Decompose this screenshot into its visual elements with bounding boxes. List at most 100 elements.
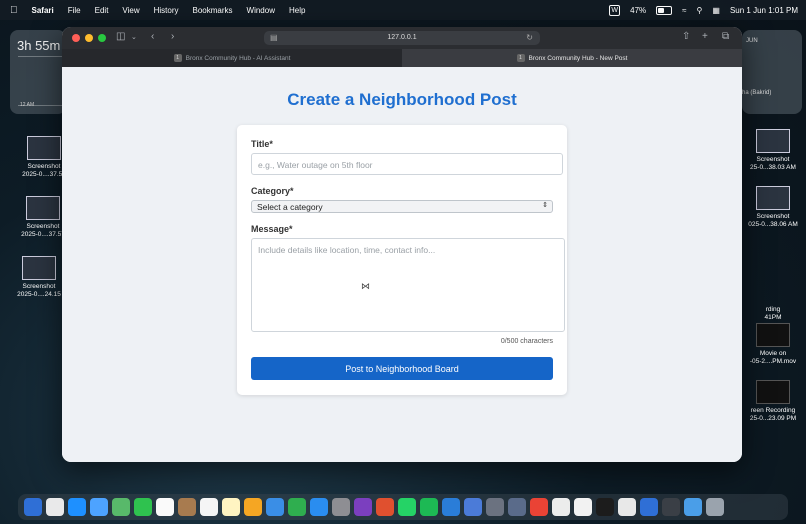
spotify-icon[interactable] (420, 498, 438, 516)
notes-icon[interactable] (222, 498, 240, 516)
dock (18, 494, 788, 520)
menu-history[interactable]: History (154, 6, 179, 15)
file-thumbnail (756, 323, 790, 347)
select-arrows-icon: ⇕ (542, 202, 548, 209)
trash-icon[interactable] (706, 498, 724, 516)
widget-chart (18, 56, 62, 106)
desktop-file[interactable]: Screenshot 025-0...38.06 AM (742, 186, 804, 229)
safari-icon[interactable] (68, 498, 86, 516)
pages-icon[interactable] (244, 498, 262, 516)
desktop-file[interactable]: Movie on -05-2....PM.mov (742, 323, 804, 366)
folder-icon[interactable] (684, 498, 702, 516)
menu-edit[interactable]: Edit (95, 6, 109, 15)
url-text: 127.0.0.1 (387, 34, 417, 41)
vscode-icon[interactable] (442, 498, 460, 516)
screen-time-widget[interactable]: 3h 55m 12 AM (10, 30, 66, 114)
close-window-button[interactable] (72, 34, 80, 42)
calendar-widget[interactable]: JUN ha (Bakrid) (742, 30, 802, 114)
terminal-icon[interactable] (596, 498, 614, 516)
davinci-icon[interactable] (508, 498, 526, 516)
desktop-file[interactable]: Screenshot 2025-0....24.15 (8, 256, 70, 299)
xcode-icon[interactable] (464, 498, 482, 516)
tab-ai-assistant[interactable]: 1 Bronx Community Hub - AI Assistant (62, 49, 402, 67)
sidebar-icon[interactable]: ◫ (116, 31, 125, 42)
calendar-icon[interactable] (156, 498, 174, 516)
w-app-icon[interactable]: W (609, 4, 621, 16)
widget-time: 3h 55m (17, 38, 61, 53)
app-menu[interactable]: Safari (32, 6, 54, 15)
forward-icon[interactable]: › (171, 31, 174, 42)
apple-menu-icon[interactable]:  (10, 5, 18, 16)
facetime-icon[interactable] (134, 498, 152, 516)
title-input[interactable]: e.g., Water outage on 5th floor (251, 153, 563, 175)
tab-label: Bronx Community Hub - New Post (528, 54, 628, 62)
file-thumbnail (22, 256, 56, 280)
chatgpt-icon[interactable] (552, 498, 570, 516)
whatsapp-icon[interactable] (398, 498, 416, 516)
control-center-icon[interactable]: ▦ (712, 6, 720, 15)
menu-window[interactable]: Window (247, 6, 275, 15)
maps-icon[interactable] (112, 498, 130, 516)
new-tab-icon[interactable]: + (702, 31, 708, 42)
tab-overview-icon[interactable]: ⧉ (722, 31, 729, 42)
tab-new-post[interactable]: 1 Bronx Community Hub - New Post (402, 49, 742, 67)
file-thumbnail (26, 196, 60, 220)
browser-toolbar: ◫ ⌄ ‹ › ▤ 127.0.0.1 ↻ ⇧ + ⧉ (62, 27, 742, 49)
safari-window: ◫ ⌄ ‹ › ▤ 127.0.0.1 ↻ ⇧ + ⧉ 1 Bronx Comm… (62, 27, 742, 462)
keynote-icon[interactable] (266, 498, 284, 516)
category-select[interactable]: Select a category ⇕ (251, 200, 553, 213)
mail-icon[interactable] (90, 498, 108, 516)
tasks-icon[interactable] (618, 498, 636, 516)
post-button[interactable]: Post to Neighborhood Board (251, 357, 553, 380)
menu-file[interactable]: File (68, 6, 81, 15)
tab-label: Bronx Community Hub - AI Assistant (185, 54, 291, 62)
menu-help[interactable]: Help (289, 6, 305, 15)
desktop-file[interactable]: reen Recording 25-0...23.09 PM (742, 380, 804, 423)
downloads-icon[interactable] (640, 498, 658, 516)
title-label: Title* (251, 139, 273, 149)
page-title: Create a Neighborhood Post (287, 90, 517, 109)
page-settings-icon[interactable]: ▤ (270, 31, 278, 45)
w-icon[interactable] (574, 498, 592, 516)
wifi-icon[interactable]: ≈ (682, 6, 686, 15)
file-thumbnail (756, 380, 790, 404)
message-label: Message* (251, 224, 293, 234)
category-selected: Select a category (257, 202, 323, 212)
reload-icon[interactable]: ↻ (526, 31, 533, 45)
notes-app-icon[interactable] (178, 498, 196, 516)
desktop-file[interactable]: Screenshot 25-0...38.03 AM (742, 129, 804, 172)
app-store-icon[interactable] (310, 498, 328, 516)
text-cursor-icon: ⋈ (361, 281, 370, 291)
finder-icon[interactable] (24, 498, 42, 516)
settings-icon[interactable] (332, 498, 350, 516)
address-bar[interactable]: ▤ 127.0.0.1 ↻ (264, 31, 540, 45)
reminders-icon[interactable] (200, 498, 218, 516)
wave-icon[interactable] (354, 498, 372, 516)
unity-icon[interactable] (486, 498, 504, 516)
category-label: Category* (251, 186, 294, 196)
menu-view[interactable]: View (122, 6, 139, 15)
numbers-icon[interactable] (288, 498, 306, 516)
calendar-event: ha (Bakrid) (742, 90, 772, 96)
brave-icon[interactable] (376, 498, 394, 516)
battery-icon[interactable] (656, 5, 673, 15)
share-icon[interactable]: ⇧ (682, 31, 690, 42)
zoom-window-button[interactable] (98, 34, 106, 42)
stacks-icon[interactable] (662, 498, 680, 516)
launchpad-icon[interactable] (46, 498, 64, 516)
chevron-down-icon[interactable]: ⌄ (131, 33, 137, 41)
char-count: 0/500 characters (500, 338, 553, 345)
menu-bar:  Safari File Edit View History Bookmark… (0, 0, 806, 20)
battery-percent: 47% (630, 5, 647, 15)
message-textarea[interactable]: Include details like location, time, con… (251, 238, 565, 332)
calendar-month: JUN (746, 38, 758, 44)
chrome-icon[interactable] (530, 498, 548, 516)
menu-bookmarks[interactable]: Bookmarks (193, 6, 233, 15)
desktop-file[interactable]: rding 41PM (742, 306, 804, 322)
minimize-window-button[interactable] (85, 34, 93, 42)
back-icon[interactable]: ‹ (151, 31, 154, 42)
post-form: Title* e.g., Water outage on 5th floor C… (237, 125, 567, 395)
favicon-icon: 1 (516, 54, 525, 62)
search-icon[interactable]: ⚲ (697, 6, 703, 15)
clock[interactable]: Sun 1 Jun 1:01 PM (730, 6, 798, 15)
